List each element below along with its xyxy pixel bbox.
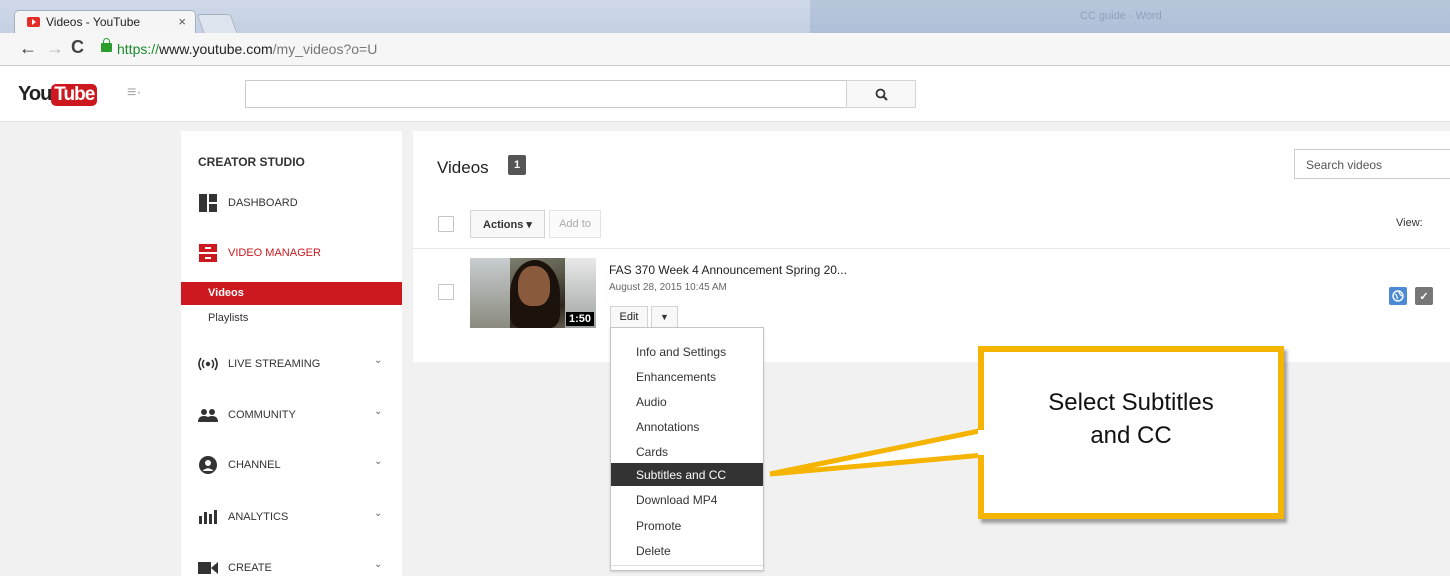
sidebar-item-label: COMMUNITY bbox=[228, 409, 296, 421]
reload-icon[interactable]: C bbox=[71, 37, 84, 58]
menu-item-enhancements[interactable]: Enhancements bbox=[611, 365, 763, 388]
divider bbox=[413, 248, 1450, 249]
lock-icon bbox=[101, 38, 112, 52]
screenshot-root: CC guide - Word Videos - YouTube × ← → C… bbox=[0, 0, 1450, 576]
dashboard-icon bbox=[198, 194, 218, 212]
add-to-button[interactable]: Add to bbox=[549, 210, 601, 238]
youtube-favicon-icon bbox=[27, 17, 40, 27]
menu-item-audio[interactable]: Audio bbox=[611, 390, 763, 413]
menu-item-subtitles-cc[interactable]: Subtitles and CC bbox=[611, 463, 763, 486]
url-field[interactable]: https://www.youtube.com/my_videos?o=U bbox=[117, 41, 377, 57]
sidebar-item-label: ANALYTICS bbox=[228, 511, 289, 523]
public-globe-icon[interactable] bbox=[1389, 287, 1407, 305]
browser-tab-active[interactable]: Videos - YouTube × bbox=[14, 10, 196, 34]
checkmark-icon[interactable]: ✓ bbox=[1415, 287, 1433, 305]
url-host: www.youtube.com bbox=[159, 41, 273, 57]
sidebar-item-create[interactable]: CREATE bbox=[198, 559, 272, 576]
sidebar-subitem-label: Videos bbox=[208, 287, 244, 299]
sidebar-subitem-videos[interactable]: Videos bbox=[181, 282, 402, 305]
sidebar-item-live-streaming[interactable]: LIVE STREAMING bbox=[198, 355, 320, 373]
community-icon bbox=[198, 406, 218, 424]
sidebar-item-label: LIVE STREAMING bbox=[228, 358, 321, 370]
video-thumbnail[interactable]: 1:50 bbox=[470, 258, 596, 328]
video-count-badge: 1 bbox=[508, 155, 526, 175]
thumbnail-face bbox=[518, 266, 550, 306]
sidebar-item-label: CREATE bbox=[228, 562, 272, 574]
chevron-down-icon[interactable]: ⌄ bbox=[374, 508, 382, 519]
callout-text: Select Subtitles and CC bbox=[984, 386, 1278, 452]
edit-dropdown-menu: Info and Settings Enhancements Audio Ann… bbox=[610, 327, 764, 571]
sidebar-subitem-playlists[interactable]: Playlists bbox=[208, 312, 248, 324]
url-path: /my_videos?o=U bbox=[272, 41, 378, 57]
callout-pointer-join bbox=[978, 430, 985, 455]
logo-you: You bbox=[18, 83, 52, 105]
new-tab-button[interactable] bbox=[196, 14, 238, 33]
guide-menu-icon[interactable]: ≡· bbox=[127, 84, 142, 102]
sidebar-item-channel[interactable]: CHANNEL bbox=[198, 456, 281, 474]
logo-tube: Tube bbox=[51, 83, 98, 106]
sidebar-item-label: CHANNEL bbox=[228, 459, 281, 471]
analytics-icon bbox=[198, 508, 218, 526]
video-manager-panel: Videos 1 Search videos Actions ▾ Add to … bbox=[413, 131, 1450, 362]
video-row-checkbox[interactable] bbox=[438, 284, 454, 300]
edit-dropdown-caret[interactable]: ▼ bbox=[651, 306, 678, 328]
thumbnail-window bbox=[470, 258, 510, 328]
page-title: Videos bbox=[437, 158, 489, 177]
youtube-logo[interactable]: You Tube bbox=[18, 83, 98, 107]
menu-item-info-settings[interactable]: Info and Settings bbox=[611, 340, 763, 363]
sidebar-item-label: VIDEO MANAGER bbox=[228, 247, 321, 259]
sidebar-item-dashboard[interactable]: DASHBOARD bbox=[198, 194, 298, 212]
chevron-down-icon[interactable]: ⌄ bbox=[374, 456, 382, 467]
video-title-link[interactable]: FAS 370 Week 4 Announcement Spring 20... bbox=[609, 263, 847, 277]
menu-item-annotations[interactable]: Annotations bbox=[611, 415, 763, 438]
video-duration: 1:50 bbox=[565, 312, 594, 326]
live-streaming-icon bbox=[198, 355, 218, 373]
sidebar-item-label: DASHBOARD bbox=[228, 197, 298, 209]
view-label: View: bbox=[1396, 217, 1423, 229]
menu-item-download-mp4[interactable]: Download MP4 bbox=[611, 488, 763, 511]
search-icon bbox=[875, 88, 888, 101]
chevron-down-icon[interactable]: ⌄ bbox=[374, 559, 382, 570]
create-icon bbox=[198, 559, 218, 576]
callout-line-2: and CC bbox=[1090, 422, 1172, 449]
search-videos-input[interactable]: Search videos bbox=[1294, 149, 1450, 179]
callout-annotation: Select Subtitles and CC bbox=[978, 346, 1284, 519]
background-window-title: CC guide - Word bbox=[1080, 10, 1162, 22]
creator-studio-title[interactable]: CREATOR STUDIO bbox=[198, 155, 305, 169]
background-window-strip: CC guide - Word bbox=[810, 0, 1450, 33]
forward-arrow-icon[interactable]: → bbox=[46, 38, 64, 59]
callout-line-1: Select Subtitles bbox=[1048, 389, 1214, 416]
chevron-down-icon[interactable]: ⌄ bbox=[374, 355, 382, 366]
menu-item-cards[interactable]: Cards bbox=[611, 440, 763, 463]
search-button[interactable] bbox=[846, 80, 916, 108]
menu-item-promote[interactable]: Promote bbox=[611, 514, 763, 537]
sidebar-item-analytics[interactable]: ANALYTICS bbox=[198, 508, 288, 526]
back-arrow-icon[interactable]: ← bbox=[19, 38, 37, 59]
search-input[interactable] bbox=[245, 80, 847, 108]
menu-divider bbox=[611, 565, 763, 566]
sidebar-item-video-manager[interactable]: VIDEO MANAGER bbox=[198, 244, 321, 262]
chevron-down-icon[interactable]: ⌄ bbox=[374, 406, 382, 417]
menu-item-delete[interactable]: Delete bbox=[611, 539, 763, 562]
youtube-masthead: You Tube ≡· bbox=[0, 66, 1450, 122]
video-manager-icon bbox=[198, 244, 218, 262]
tab-title: Videos - YouTube bbox=[46, 15, 141, 29]
url-scheme: https:// bbox=[117, 41, 160, 57]
select-all-checkbox[interactable] bbox=[438, 216, 454, 232]
tab-close-icon[interactable]: × bbox=[178, 14, 186, 29]
browser-address-bar: ← → C https://www.youtube.com/my_videos?… bbox=[0, 33, 1450, 66]
edit-button[interactable]: Edit bbox=[610, 306, 648, 328]
actions-button[interactable]: Actions ▾ bbox=[470, 210, 545, 238]
sidebar-item-community[interactable]: COMMUNITY bbox=[198, 406, 296, 424]
video-date: August 28, 2015 10:45 AM bbox=[609, 282, 727, 293]
browser-tab-bar: CC guide - Word Videos - YouTube × bbox=[0, 0, 1450, 34]
channel-icon bbox=[198, 456, 218, 474]
creator-studio-sidebar: CREATOR STUDIO DASHBOARD VIDEO MANAGER V… bbox=[181, 131, 402, 576]
